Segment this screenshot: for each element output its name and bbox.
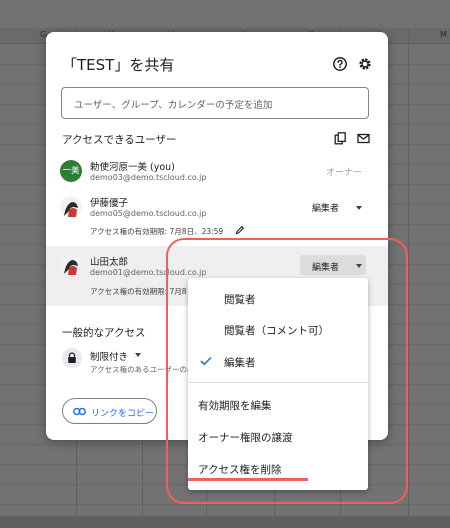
grid-line bbox=[408, 28, 409, 528]
help-circle-icon[interactable] bbox=[332, 56, 348, 72]
general-access-dropdown[interactable]: 制限付き bbox=[90, 349, 128, 363]
avatar bbox=[60, 254, 82, 276]
annotation-highlight bbox=[166, 238, 408, 504]
link-icon bbox=[73, 407, 86, 416]
sheet-bottom-bar bbox=[0, 516, 450, 528]
add-people-placeholder: ユーザー、グループ、カレンダーの予定を追加 bbox=[74, 100, 273, 111]
user-email: demo05@demo.tscloud.co.jp bbox=[90, 209, 207, 218]
owner-role-label: オーナー bbox=[325, 168, 362, 178]
dialog-title: 「TEST」を共有 bbox=[62, 56, 175, 74]
access-section-title: アクセスできるユーザー bbox=[62, 134, 177, 146]
column-header-m[interactable]: M bbox=[440, 30, 447, 39]
grid-line bbox=[0, 504, 450, 505]
avatar: 一美 bbox=[60, 160, 82, 182]
lock-icon-badge bbox=[62, 348, 82, 368]
mail-icon[interactable] bbox=[357, 132, 370, 145]
annotation-underline bbox=[188, 478, 308, 481]
copy-icon[interactable] bbox=[334, 132, 347, 145]
chevron-down-icon[interactable] bbox=[135, 353, 141, 357]
chevron-down-icon[interactable] bbox=[356, 206, 362, 210]
user-name: 勅使河原一美 (you) bbox=[90, 162, 175, 173]
copy-link-label: リンクをコピー bbox=[91, 409, 155, 419]
access-expiry: アクセス権の有効期限: 7月8日、23:59 bbox=[90, 227, 224, 236]
edit-icon[interactable] bbox=[235, 225, 245, 235]
general-access-title: 一般的なアクセス bbox=[62, 327, 146, 339]
user-name: 伊藤優子 bbox=[90, 198, 129, 209]
role-dropdown[interactable]: 編集者 bbox=[312, 201, 339, 214]
user-name: 山田太郎 bbox=[90, 257, 129, 268]
gear-icon[interactable] bbox=[357, 56, 373, 72]
lock-icon bbox=[68, 352, 76, 363]
avatar bbox=[60, 196, 82, 218]
user-email: demo03@demo.tscloud.co.jp bbox=[90, 173, 207, 182]
add-people-input[interactable]: ユーザー、グループ、カレンダーの予定を追加 bbox=[61, 87, 369, 119]
copy-link-button[interactable]: リンクをコピー bbox=[62, 398, 157, 424]
